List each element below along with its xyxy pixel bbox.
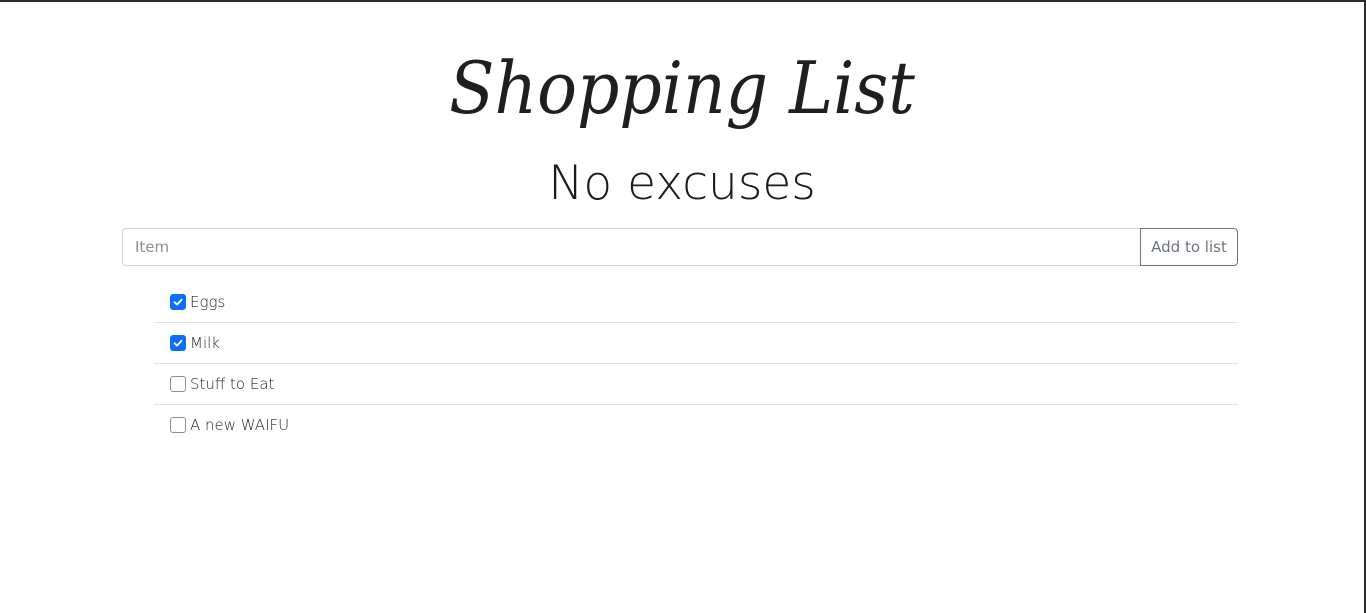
list-item: A new WAIFU <box>154 405 1238 445</box>
list-item: Eggs <box>154 282 1238 323</box>
item-label: Milk <box>190 334 220 352</box>
item-label: Eggs <box>190 293 226 311</box>
item-label: A new WAIFU <box>190 416 290 434</box>
item-checkbox[interactable] <box>170 376 186 392</box>
page-subtitle: No excuses <box>548 156 816 211</box>
item-input[interactable] <box>122 228 1140 266</box>
checkmark-icon <box>173 298 183 306</box>
list-item: Milk <box>154 323 1238 364</box>
add-to-list-button[interactable]: Add to list <box>1140 228 1238 266</box>
page-title: Shopping List <box>449 46 915 130</box>
list-item: Stuff to Eat <box>154 364 1238 405</box>
item-label: Stuff to Eat <box>190 375 275 393</box>
add-item-form: Add to list <box>122 228 1238 266</box>
shopping-list: Eggs Milk Stuff to Eat A new WAIFU <box>154 282 1238 445</box>
shopping-list-app: Shopping List No excuses Add to list Egg… <box>0 0 1364 613</box>
checkmark-icon <box>173 339 183 347</box>
item-checkbox[interactable] <box>170 417 186 433</box>
item-checkbox[interactable] <box>170 335 186 351</box>
item-checkbox[interactable] <box>170 294 186 310</box>
